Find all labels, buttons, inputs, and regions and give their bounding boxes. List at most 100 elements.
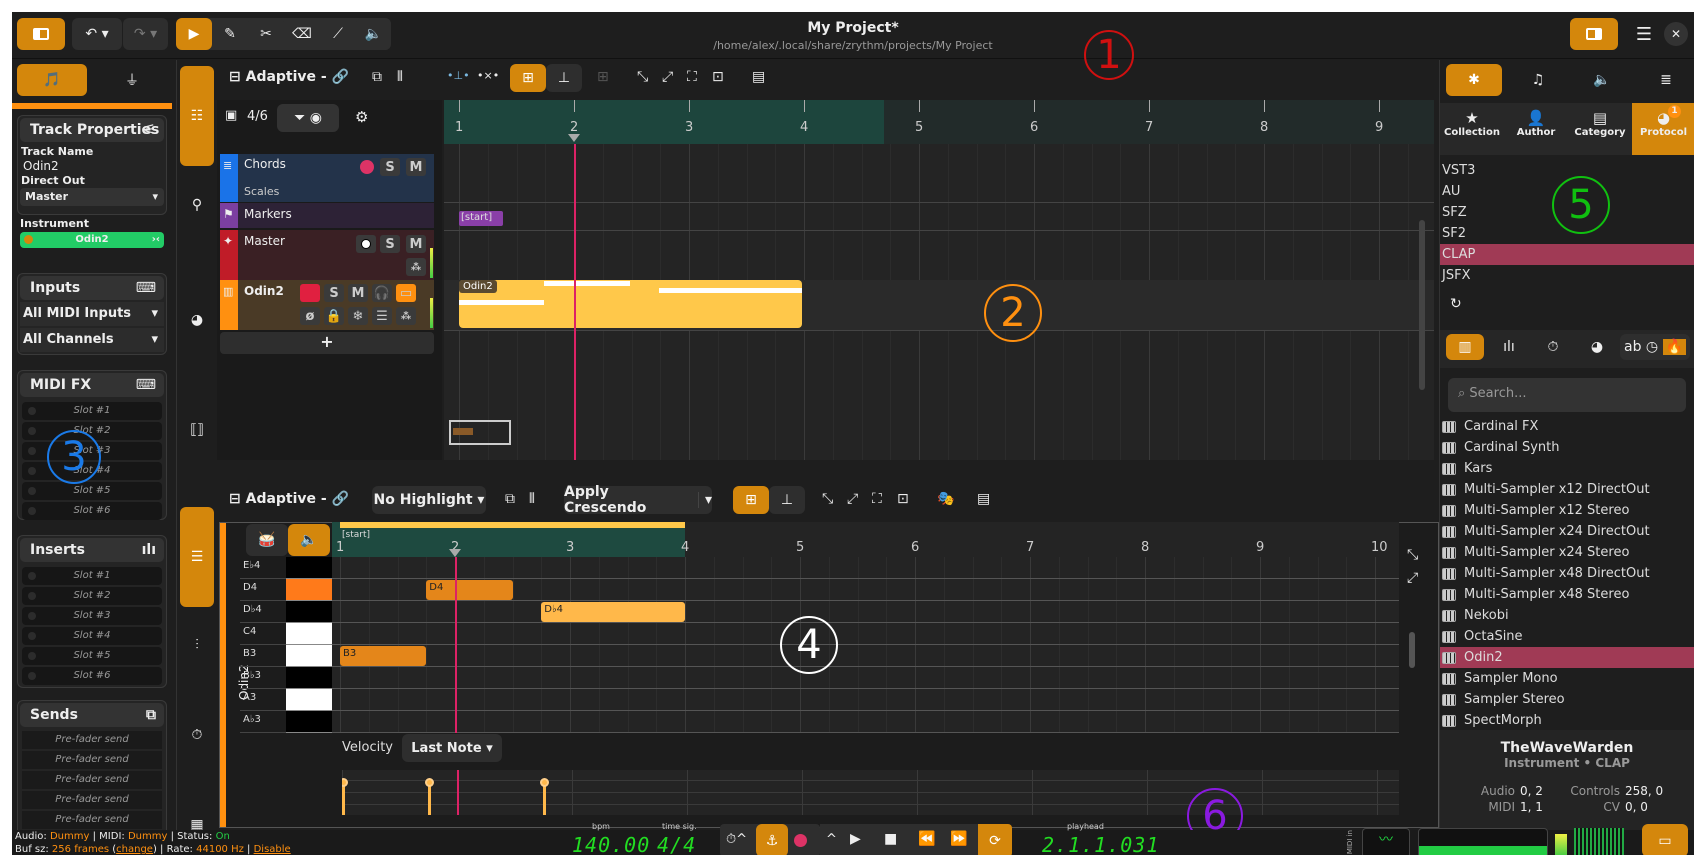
event-list-icon[interactable]: ▤ xyxy=(752,69,765,85)
send-slot[interactable]: Pre-fader send xyxy=(22,731,162,749)
lock-button[interactable]: 🔒 xyxy=(324,307,344,325)
zoom-out-icon[interactable]: ⤢ xyxy=(662,69,673,85)
tab-category[interactable]: ▤ Category xyxy=(1568,103,1632,155)
play-button[interactable]: ▶ xyxy=(850,831,861,847)
add-track-button[interactable]: + xyxy=(220,332,434,354)
best-fit-icon[interactable]: ⊡ xyxy=(712,69,724,85)
piano-key[interactable] xyxy=(286,623,332,645)
plugin-item[interactable]: Sampler Mono xyxy=(1440,668,1694,689)
toggle-right-panel-button[interactable] xyxy=(1570,18,1618,50)
plugin-item[interactable]: Cardinal Synth xyxy=(1440,437,1694,458)
duplicate-icon[interactable]: ⧉ xyxy=(505,491,515,507)
disable-engine-link[interactable]: Disable xyxy=(254,844,291,855)
insert-slot[interactable]: Slot #2 xyxy=(22,587,162,605)
protocol-item[interactable]: VST3 xyxy=(1440,160,1694,181)
midi-region[interactable]: Odin2 xyxy=(459,280,802,328)
mute-button[interactable]: M xyxy=(348,284,368,302)
vertical-scrollbar[interactable] xyxy=(1409,632,1415,668)
fit-icon[interactable]: ⫴ xyxy=(397,69,403,85)
slot-enable-toggle[interactable] xyxy=(28,612,36,620)
playhead-display[interactable]: 2.1.1.031 xyxy=(1042,833,1159,855)
zoom-in-icon[interactable]: ⤡ xyxy=(822,491,833,507)
record-button[interactable] xyxy=(360,160,374,174)
monitor-tab[interactable]: 🔈 xyxy=(1574,64,1630,96)
slot-enable-toggle[interactable] xyxy=(28,652,36,660)
velocity-handle[interactable] xyxy=(425,778,435,787)
rewind-button[interactable]: ⏪ xyxy=(918,831,935,847)
main-menu-button[interactable]: ☰ xyxy=(1632,22,1656,46)
tab-collection[interactable]: ★ Collection xyxy=(1440,103,1504,155)
slot-enable-toggle[interactable] xyxy=(28,427,36,435)
listen-notes-button[interactable]: 🔈 xyxy=(288,524,330,556)
event-list-icon[interactable]: ▤ xyxy=(977,491,990,507)
shrink-icon[interactable]: ⤡ xyxy=(1407,547,1418,563)
slot-enable-toggle[interactable] xyxy=(28,447,36,455)
slot-enable-toggle[interactable] xyxy=(28,467,36,475)
modulator-filter-button[interactable]: ⏱ xyxy=(1534,334,1572,360)
mixer-tab[interactable]: ⚲ xyxy=(180,190,214,220)
color-tab[interactable]: ◕ xyxy=(180,305,214,335)
midi-fx-slot[interactable]: Slot #6 xyxy=(22,502,162,520)
sort-toggle-group[interactable]: ab ◷ 🔥 xyxy=(1620,334,1690,360)
listen-button[interactable]: 🎧 xyxy=(372,284,392,302)
fullscreen-icon[interactable]: ⛶ xyxy=(687,69,697,85)
drama-masks-icon[interactable]: 🎭 xyxy=(937,491,954,507)
vertical-scrollbar[interactable] xyxy=(1419,220,1425,390)
plugin-item[interactable]: Kars xyxy=(1440,458,1694,479)
zoom-out-icon[interactable]: ⤢ xyxy=(847,491,858,507)
piano-key[interactable] xyxy=(286,645,332,667)
duplicate-icon[interactable]: ⧉ xyxy=(372,69,382,85)
plugin-inspector-tab[interactable]: ⏚ xyxy=(97,64,167,96)
slot-enable-toggle[interactable] xyxy=(28,487,36,495)
freeze-button[interactable]: ❄ xyxy=(348,307,368,325)
piano-key[interactable] xyxy=(286,557,332,579)
slot-enable-toggle[interactable] xyxy=(28,632,36,640)
insert-slot[interactable]: Slot #4 xyxy=(22,627,162,645)
plugin-item[interactable]: Cardinal FX xyxy=(1440,416,1694,437)
playhead-marker[interactable] xyxy=(568,134,580,142)
record-button[interactable] xyxy=(794,834,807,847)
mute-button[interactable]: M xyxy=(406,158,426,176)
modulator-tab[interactable]: ⏱ xyxy=(180,720,214,750)
track-name-field[interactable]: Odin2 xyxy=(23,159,59,173)
direct-out-dropdown[interactable]: Master ▾ xyxy=(20,188,164,206)
effect-filter-button[interactable]: ılı xyxy=(1490,334,1528,360)
automation-button[interactable]: ⁂ xyxy=(406,258,426,276)
instrument-button[interactable]: Odin2 ›‹ xyxy=(20,232,164,248)
loop-button[interactable]: ⟳ xyxy=(978,824,1012,855)
fit-icon[interactable]: ⫴ xyxy=(529,491,535,507)
tracklist-tab[interactable]: ☷ xyxy=(180,66,214,166)
bpm-display[interactable]: 140.00 xyxy=(572,833,650,855)
track-chords[interactable]: ≣ Chords Scales S M xyxy=(220,154,434,202)
track-odin2[interactable]: ▥ Odin2 S M 🎧 ▭ ø 🔒 ❄ ☰ ⁂ xyxy=(220,280,434,330)
midi-inputs-dropdown[interactable]: All MIDI Inputs ▾ xyxy=(20,302,164,326)
velocity-handle[interactable] xyxy=(540,778,550,787)
grid-toggle-icon[interactable]: ⊞ xyxy=(597,69,609,85)
highlight-dropdown[interactable]: No Highlight ▾ xyxy=(372,486,486,514)
snap-to-grid-icon[interactable]: •⊥• xyxy=(447,69,470,82)
plugin-item-selected[interactable]: Odin2 xyxy=(1440,647,1694,668)
monitor-button[interactable] xyxy=(356,235,376,253)
slot-enable-toggle[interactable] xyxy=(28,672,36,680)
file-browser-tab[interactable]: ♫ xyxy=(1510,64,1566,96)
midi-fx-slot[interactable]: Slot #1 xyxy=(22,402,162,420)
phase-button[interactable]: ø xyxy=(300,307,320,325)
track-inspector-tab[interactable]: 🎵 xyxy=(17,64,87,96)
keyboard-snap-button[interactable]: ⊥ xyxy=(546,64,582,92)
filter-visibility-group[interactable]: ⏷ ◉ xyxy=(277,104,339,132)
send-slot[interactable]: Pre-fader send xyxy=(22,791,162,809)
plugin-item[interactable]: Multi-Sampler x24 DirectOut xyxy=(1440,521,1694,542)
ruler-snap-button[interactable]: ⊞ xyxy=(733,486,769,514)
editor-tab[interactable]: ☰ xyxy=(180,507,214,607)
snap-events-icon[interactable]: •×• xyxy=(477,69,499,82)
range-tab[interactable]: ⟦⟧ xyxy=(180,415,214,445)
lanes-button[interactable]: ☰ xyxy=(372,307,392,325)
automation-button[interactable]: ⁂ xyxy=(396,307,416,325)
slot-enable-toggle[interactable] xyxy=(28,572,36,580)
insert-slot[interactable]: Slot #3 xyxy=(22,607,162,625)
drum-mode-button[interactable]: 🥁 xyxy=(246,524,288,556)
playhead-marker[interactable] xyxy=(449,549,461,557)
midi-fx-slot[interactable]: Slot #5 xyxy=(22,482,162,500)
protocol-item[interactable]: JSFX xyxy=(1440,265,1694,286)
velocity-mode-dropdown[interactable]: Last Note ▾ xyxy=(402,734,502,762)
